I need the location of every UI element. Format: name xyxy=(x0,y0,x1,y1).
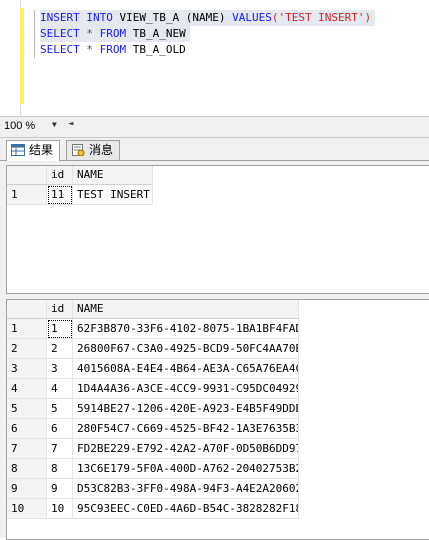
tab-messages[interactable]: 消息 xyxy=(66,140,121,160)
result-tabs: 结果 消息 xyxy=(0,138,429,161)
column-header-id[interactable]: id xyxy=(47,300,73,318)
cell-id[interactable]: 4 xyxy=(47,379,73,399)
sql-operator: * xyxy=(79,27,100,40)
row-number[interactable]: 6 xyxy=(7,419,47,439)
cell-id[interactable]: 7 xyxy=(47,439,73,459)
cell-id[interactable]: 1 xyxy=(47,319,73,339)
sql-line-1[interactable]: INSERT INTO VIEW_TB_A (NAME) VALUES('TES… xyxy=(40,10,376,26)
sql-text: TB_A_OLD xyxy=(126,43,186,56)
tab-results-label: 结果 xyxy=(29,143,54,157)
corner-cell xyxy=(7,300,47,318)
cell-name[interactable]: 4015608A-E4E4-4B64-AE3A-C65A76EA4C2A xyxy=(73,359,299,379)
row-number[interactable]: 9 xyxy=(7,479,47,499)
row-number[interactable]: 1 xyxy=(7,319,47,339)
sql-keyword: SELECT xyxy=(40,43,80,56)
tab-results[interactable]: 结果 xyxy=(6,140,61,161)
corner-cell xyxy=(7,166,47,184)
grid-header: id NAME xyxy=(7,300,299,319)
result-grid-2[interactable]: id NAME 1 1 62F3B870-33F6-4102-8075-1BA1BF… xyxy=(6,299,429,540)
grid-header: id NAME xyxy=(7,166,153,185)
sql-editor[interactable]: INSERT INTO VIEW_TB_A (NAME) VALUES('TES… xyxy=(0,0,429,116)
grid-icon xyxy=(11,143,25,156)
message-icon xyxy=(71,143,85,157)
cell-name[interactable]: 280F54C7-C669-4525-BF42-1A3E7635B347 xyxy=(73,419,299,439)
row-number[interactable]: 5 xyxy=(7,399,47,419)
change-tracking-bar xyxy=(20,8,24,104)
cell-id[interactable]: 3 xyxy=(47,359,73,379)
cell-id[interactable]: 8 xyxy=(47,459,73,479)
cell-name[interactable]: 26800F67-C3A0-4925-BCD9-50FC4AA70B1C xyxy=(73,339,299,359)
cell-name[interactable]: 95C93EEC-C0ED-4A6D-B54C-3828282F18C8 xyxy=(73,499,299,519)
sql-keyword: VALUES xyxy=(232,11,272,24)
sql-line-2[interactable]: SELECT * FROM TB_A_NEW xyxy=(40,26,190,42)
sql-operator: * xyxy=(79,43,100,56)
sql-keyword: FROM xyxy=(99,43,127,56)
cell-id[interactable]: 9 xyxy=(47,479,73,499)
cell-id[interactable]: 2 xyxy=(47,339,73,359)
cell-name[interactable]: 5914BE27-1206-420E-A923-E4B5F49DDBFF xyxy=(73,399,299,419)
sql-keyword: INSERT INTO xyxy=(40,11,113,24)
sql-line-3[interactable]: SELECT * FROM TB_A_OLD xyxy=(40,42,190,58)
sql-keyword: SELECT xyxy=(40,27,80,40)
row-number[interactable]: 7 xyxy=(7,439,47,459)
row-number[interactable]: 1 xyxy=(7,185,47,205)
cell-id[interactable]: 6 xyxy=(47,419,73,439)
cell-id[interactable]: 10 xyxy=(47,499,73,519)
sql-keyword: FROM xyxy=(99,27,127,40)
column-header-id[interactable]: id xyxy=(47,166,73,184)
cell-name[interactable]: D53C82B3-3FF0-498A-94F3-A4E2A2060285 xyxy=(73,479,299,499)
cell-name[interactable]: 62F3B870-33F6-4102-8075-1BA1BF4FAD30 xyxy=(73,319,299,339)
row-number[interactable]: 3 xyxy=(7,359,47,379)
row-number[interactable]: 8 xyxy=(7,459,47,479)
cell-name[interactable]: TEST INSERT xyxy=(73,185,153,205)
tab-messages-label: 消息 xyxy=(89,143,114,157)
row-number[interactable]: 10 xyxy=(7,499,47,519)
outline-line xyxy=(34,10,35,58)
cell-name[interactable]: 1D4A4A36-A3CE-4CC9-9931-C95DC04929A4 xyxy=(73,379,299,399)
zoom-select[interactable]: 100 % xyxy=(4,119,35,134)
sql-text: TB_A_NEW xyxy=(126,27,186,40)
sql-string: ('TEST INSERT') xyxy=(271,11,372,24)
column-header-name[interactable]: NAME xyxy=(73,300,299,318)
chevron-down-icon[interactable]: ▼ xyxy=(52,120,57,129)
scroll-left-icon[interactable]: ◄ xyxy=(68,119,73,129)
row-number[interactable]: 2 xyxy=(7,339,47,359)
cell-name[interactable]: FD2BE229-E792-42A2-A70F-0D50B6DD971D xyxy=(73,439,299,459)
results-pane: id NAME 1 11 TEST INSERT id NAME 1 1 62F3B… xyxy=(0,161,429,540)
row-number[interactable]: 4 xyxy=(7,379,47,399)
result-grid-1[interactable]: id NAME 1 11 TEST INSERT xyxy=(6,165,429,294)
sql-text: VIEW_TB_A (NAME) xyxy=(112,11,233,24)
zoom-bar: 100 % ▼ ◄ xyxy=(0,116,429,138)
column-header-name[interactable]: NAME xyxy=(73,166,153,184)
cell-id[interactable]: 5 xyxy=(47,399,73,419)
cell-id[interactable]: 11 xyxy=(47,185,73,205)
cell-name[interactable]: 13C6E179-5F0A-400D-A762-20402753B283 xyxy=(73,459,299,479)
